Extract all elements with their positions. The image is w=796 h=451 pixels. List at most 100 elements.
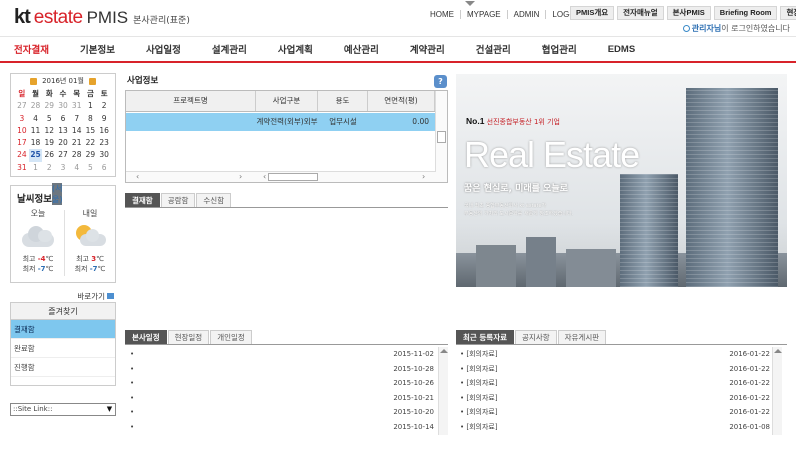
calendar-day[interactable]: 25 xyxy=(28,149,43,162)
calendar-day[interactable]: 30 xyxy=(56,100,70,112)
list-item[interactable]: • [회의자료] 2016-01-22 xyxy=(456,347,770,362)
calendar-day[interactable]: 15 xyxy=(84,125,98,137)
calendar-day[interactable]: 4 xyxy=(29,113,43,125)
shortcut-header[interactable]: 바로가기 xyxy=(10,291,116,302)
schedule-scrollbar[interactable] xyxy=(438,347,448,435)
tab-site-schedule[interactable]: 현장일정 xyxy=(167,330,210,344)
calendar-day[interactable]: 19 xyxy=(42,137,56,149)
favorite-item-in-progress[interactable]: 진행함 xyxy=(11,358,115,377)
scroll-left-2-icon[interactable]: ‹ xyxy=(263,172,266,182)
calendar-day[interactable]: 20 xyxy=(56,137,70,149)
list-item[interactable]: • 2015-11-02 xyxy=(125,347,436,362)
logo[interactable]: kt estate PMIS 본사관리(표준) xyxy=(14,6,190,30)
col-usage[interactable]: 용도 xyxy=(318,91,368,111)
tab-circulation[interactable]: 공람함 xyxy=(160,193,196,207)
calendar-day[interactable]: 14 xyxy=(70,125,84,137)
calendar-day[interactable]: 6 xyxy=(97,162,111,174)
recent-scrollbar[interactable] xyxy=(772,347,782,435)
tab-received[interactable]: 수신함 xyxy=(196,193,232,207)
list-item[interactable]: • [회의자료] 2016-01-22 xyxy=(456,391,770,406)
calendar-day[interactable]: 12 xyxy=(42,125,56,137)
calendar-day[interactable]: 31 xyxy=(15,162,29,174)
horizontal-scrollbar-thumb[interactable] xyxy=(268,173,318,181)
list-item[interactable]: • [회의자료] 2016-01-22 xyxy=(456,362,770,377)
scroll-up-icon[interactable] xyxy=(774,349,782,353)
calendar-day[interactable]: 6 xyxy=(56,113,70,125)
calendar-day[interactable]: 5 xyxy=(84,162,98,174)
list-item[interactable]: • 2015-10-14 xyxy=(125,420,436,435)
tab-free-board[interactable]: 자유게시판 xyxy=(557,330,607,344)
list-item[interactable]: • [회의자료] 2016-01-22 xyxy=(456,405,770,420)
tab-notices[interactable]: 공지사항 xyxy=(515,330,557,344)
calendar-day[interactable]: 22 xyxy=(84,137,98,149)
list-item[interactable]: • [회의자료] 2016-01-08 xyxy=(456,420,770,435)
col-floor-area[interactable]: 연면적(평) xyxy=(368,91,435,111)
list-item[interactable]: • [회의자료] 2016-01-22 xyxy=(456,376,770,391)
calendar-day[interactable]: 29 xyxy=(84,149,98,161)
col-project-name[interactable]: 프로젝트명 xyxy=(126,91,256,111)
tab-hq-schedule[interactable]: 본사일정 xyxy=(125,330,167,344)
vertical-scrollbar[interactable] xyxy=(435,91,447,182)
nav-construction[interactable]: 건설관리 xyxy=(476,42,511,56)
calendar-day[interactable]: 18 xyxy=(29,137,43,149)
pmis-overview-button[interactable]: PMIS개요 xyxy=(570,6,615,20)
calendar-day[interactable]: 2 xyxy=(42,162,56,174)
nav-contract[interactable]: 계약관리 xyxy=(410,42,445,56)
shortcut-go-icon[interactable] xyxy=(107,293,114,299)
calendar-day[interactable]: 5 xyxy=(42,113,56,125)
calendar-day[interactable]: 23 xyxy=(97,137,111,149)
calendar-day[interactable]: 29 xyxy=(42,100,56,112)
calendar-day[interactable]: 31 xyxy=(70,100,84,112)
scroll-right-2-icon[interactable]: › xyxy=(422,172,425,182)
briefing-room-button[interactable]: Briefing Room xyxy=(713,6,778,20)
prev-month-icon[interactable] xyxy=(30,77,38,85)
nav-schedule[interactable]: 사업일정 xyxy=(146,42,181,56)
site-link-select[interactable]: ::Site Link:: ▼ xyxy=(10,403,116,416)
calendar-day[interactable]: 27 xyxy=(56,149,70,161)
calendar-day[interactable]: 8 xyxy=(84,113,98,125)
nav-business-plan[interactable]: 사업계획 xyxy=(278,42,313,56)
calendar-day[interactable]: 13 xyxy=(56,125,70,137)
next-month-icon[interactable] xyxy=(88,77,96,85)
list-item[interactable]: • 2015-10-28 xyxy=(125,362,436,377)
tab-recent-files[interactable]: 최근 등록자료 xyxy=(456,330,515,344)
calendar-day[interactable]: 26 xyxy=(42,149,56,161)
scroll-up-icon[interactable] xyxy=(440,349,448,353)
calendar-day[interactable]: 2 xyxy=(97,100,111,112)
calendar-day[interactable]: 3 xyxy=(15,113,29,125)
list-item[interactable]: • 2015-10-26 xyxy=(125,376,436,391)
calendar-day[interactable]: 10 xyxy=(15,125,29,137)
tab-personal-schedule[interactable]: 개인일정 xyxy=(210,330,252,344)
calendar-day[interactable]: 9 xyxy=(97,113,111,125)
calendar-day[interactable]: 16 xyxy=(97,125,111,137)
scroll-right-icon[interactable]: › xyxy=(239,172,242,182)
favorite-item-inbox[interactable]: 결재함 xyxy=(11,320,115,339)
nav-edms[interactable]: EDMS xyxy=(608,44,635,55)
calendar-day[interactable]: 1 xyxy=(29,162,43,174)
list-item[interactable]: • 2015-10-20 xyxy=(125,405,436,420)
calendar-day[interactable]: 3 xyxy=(56,162,70,174)
table-row[interactable]: 계약전력(외부)외부 업무시설 0.00 xyxy=(126,113,447,131)
col-business-type[interactable]: 사업구분 xyxy=(256,91,318,111)
help-icon[interactable]: ? xyxy=(434,75,447,88)
calendar-day[interactable]: 27 xyxy=(15,100,29,112)
nav-collaboration[interactable]: 협업관리 xyxy=(542,42,577,56)
e-manual-button[interactable]: 전자매뉴얼 xyxy=(617,6,664,20)
calendar-day[interactable]: 21 xyxy=(70,137,84,149)
nav-design[interactable]: 설계관리 xyxy=(212,42,247,56)
home-link[interactable]: HOME xyxy=(424,10,460,19)
calendar-day[interactable]: 7 xyxy=(70,113,84,125)
tab-inbox[interactable]: 결재함 xyxy=(125,193,160,207)
nav-budget[interactable]: 예산관리 xyxy=(344,42,379,56)
list-item[interactable]: • 2015-10-21 xyxy=(125,391,436,406)
promo-banner[interactable]: No.1 선진종합부동산 1위 기업 Real Estate 꿈은 현실로, 미… xyxy=(456,74,787,287)
calendar-day[interactable]: 4 xyxy=(70,162,84,174)
calendar-day[interactable]: 30 xyxy=(97,149,111,161)
admin-link[interactable]: ADMIN xyxy=(506,10,546,19)
calendar-day[interactable]: 28 xyxy=(29,100,43,112)
scrollbar-thumb[interactable] xyxy=(437,131,446,143)
nav-basic-info[interactable]: 기본정보 xyxy=(80,42,115,56)
scroll-left-icon[interactable]: ‹ xyxy=(136,172,139,182)
calendar-day[interactable]: 17 xyxy=(15,137,29,149)
calendar-day[interactable]: 1 xyxy=(84,100,98,112)
